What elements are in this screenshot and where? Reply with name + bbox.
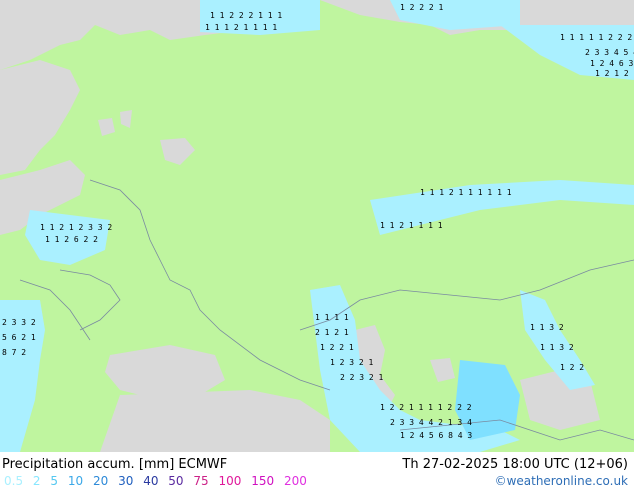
legend-40: 40 bbox=[143, 474, 159, 488]
svg-text:1 1 3 2: 1 1 3 2 bbox=[530, 323, 564, 332]
legend-5: 5 bbox=[50, 474, 59, 488]
map-footer: Precipitation accum. [mm] ECMWF Th 27-02… bbox=[0, 452, 634, 490]
south-grey-region bbox=[100, 390, 330, 452]
legend-100: 100 bbox=[218, 474, 242, 488]
svg-text:1 2 2 2 1: 1 2 2 2 1 bbox=[400, 3, 444, 12]
svg-text:1 2 1 2 3: 1 2 1 2 3 bbox=[595, 69, 634, 78]
svg-text:1 2 4 5 6 8 4 3: 1 2 4 5 6 8 4 3 bbox=[400, 431, 472, 440]
svg-text:1 2 2: 1 2 2 bbox=[560, 363, 584, 372]
svg-text:1 1 1 2 1 1 1 1 1 1: 1 1 1 2 1 1 1 1 1 1 bbox=[420, 188, 512, 197]
svg-text:1 2 2 1 1 1 1 2 2 2: 1 2 2 1 1 1 1 2 2 2 bbox=[380, 403, 472, 412]
valid-time: Th 27-02-2025 18:00 UTC (12+06) bbox=[402, 457, 628, 472]
svg-text:1 2 2 1: 1 2 2 1 bbox=[320, 343, 354, 352]
legend-75: 75 bbox=[193, 474, 209, 488]
svg-text:2 2 3 2 1: 2 2 3 2 1 bbox=[340, 373, 384, 382]
svg-text:2 3 3 2: 2 3 3 2 bbox=[2, 318, 36, 327]
svg-text:2 3 3 4 5 4 3: 2 3 3 4 5 4 3 bbox=[585, 48, 634, 57]
svg-text:1 1 2 1 2 3 3 2: 1 1 2 1 2 3 3 2 bbox=[40, 223, 112, 232]
legend-10: 10 bbox=[67, 474, 84, 488]
legend-200: 200 bbox=[283, 474, 307, 488]
svg-text:1 2 3 2 1: 1 2 3 2 1 bbox=[330, 358, 374, 367]
legend-2: 2 bbox=[32, 474, 41, 488]
svg-text:1 1 2 6 2 2: 1 1 2 6 2 2 bbox=[45, 235, 98, 244]
precipitation-map: 1 1 2 2 2 1 1 1 1 1 1 2 1 1 1 1 1 2 2 2 … bbox=[0, 0, 634, 452]
legend-50: 50 bbox=[168, 474, 184, 488]
precip-legend: 0.5 2 5 10 20 30 40 50 75 100 150 200 bbox=[4, 474, 313, 488]
legend-30: 30 bbox=[118, 474, 134, 488]
svg-text:2 3 3 4 4 2 1 3 4: 2 3 3 4 4 2 1 3 4 bbox=[390, 418, 472, 427]
map-title: Precipitation accum. [mm] ECMWF bbox=[2, 457, 228, 472]
svg-text:1 1 2 2 2 1 1 1: 1 1 2 2 2 1 1 1 bbox=[210, 11, 282, 20]
credit-link[interactable]: ©weatheronline.co.uk bbox=[495, 474, 628, 488]
svg-text:1 2 4 6 3 2 3: 1 2 4 6 3 2 3 bbox=[590, 59, 634, 68]
svg-text:1 1 3 2: 1 1 3 2 bbox=[540, 343, 574, 352]
svg-text:8 7 2: 8 7 2 bbox=[2, 348, 26, 357]
legend-0-5: 0.5 bbox=[4, 474, 24, 488]
svg-text:5 6 2 1: 5 6 2 1 bbox=[2, 333, 36, 342]
legend-150: 150 bbox=[251, 474, 275, 488]
svg-text:1 1 2 1 1 1 1: 1 1 2 1 1 1 1 bbox=[380, 221, 443, 230]
svg-text:1 1 1 1 1 2 2 2: 1 1 1 1 1 2 2 2 bbox=[560, 33, 632, 42]
svg-text:1 1 1 1: 1 1 1 1 bbox=[315, 313, 349, 322]
svg-text:1 1 1 2 1 1 1 1: 1 1 1 2 1 1 1 1 bbox=[205, 23, 277, 32]
legend-20: 20 bbox=[92, 474, 109, 488]
svg-text:2 1 2 1: 2 1 2 1 bbox=[315, 328, 349, 337]
